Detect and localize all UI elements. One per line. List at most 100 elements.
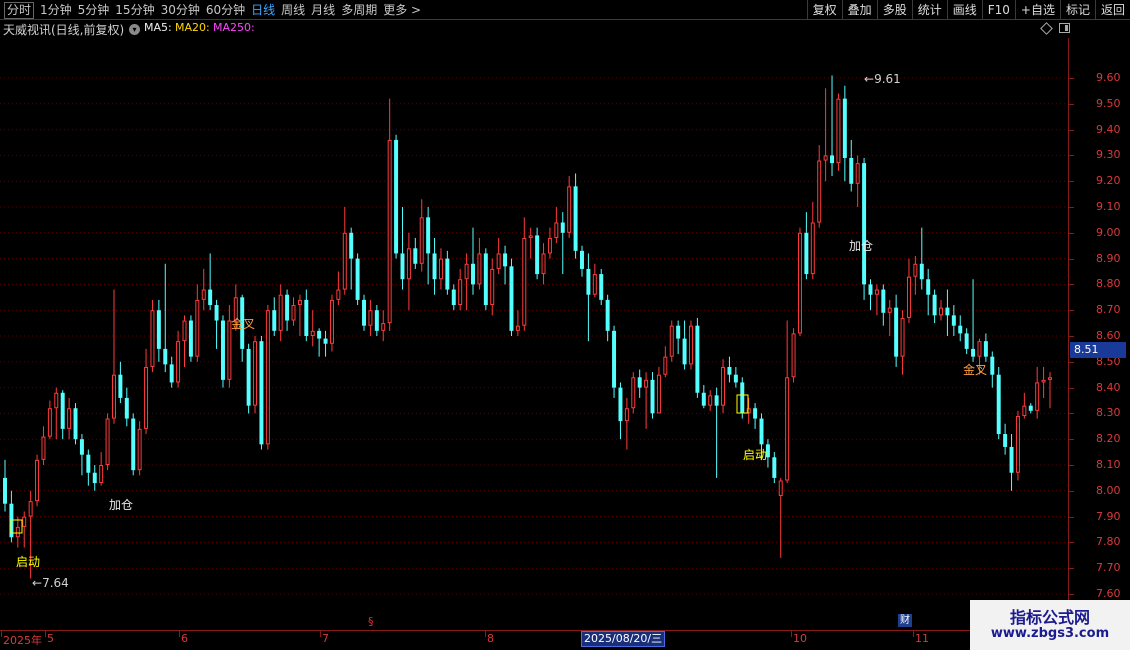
- candle: [996, 366, 1001, 440]
- candle: [605, 294, 610, 342]
- candlestick-chart[interactable]: [0, 38, 1068, 630]
- candle: [669, 320, 674, 362]
- tool-button-1[interactable]: 叠加: [841, 0, 877, 20]
- period-tab-2[interactable]: 5分钟: [75, 0, 113, 20]
- candle: [580, 245, 584, 277]
- candle: [362, 294, 367, 331]
- panel-layout-icon[interactable]: [1059, 23, 1070, 33]
- date-axis: 2025/08/20/三 2025年 5 6 7 8 10 11: [0, 630, 1130, 650]
- candle-body: [945, 307, 950, 316]
- tool-buttons: 复权 叠加 多股 统计 画线 F10 +自选 标记 返回: [806, 0, 1130, 20]
- candle: [413, 237, 418, 269]
- candle: [688, 320, 693, 370]
- candle: [201, 268, 206, 311]
- candle-body: [515, 325, 520, 331]
- tool-button-0[interactable]: 复权: [806, 0, 842, 20]
- finance-report-badge[interactable]: 财: [898, 614, 912, 627]
- candle: [522, 217, 527, 331]
- candle: [15, 516, 20, 548]
- candle: [951, 305, 956, 336]
- tool-button-5[interactable]: F10: [981, 0, 1015, 20]
- candle-body: [554, 222, 559, 238]
- candle: [830, 75, 835, 177]
- period-tab-6[interactable]: 日线: [248, 0, 278, 20]
- candle-body: [618, 387, 623, 422]
- candle: [278, 284, 283, 342]
- candle-body: [73, 408, 78, 440]
- period-tab-10[interactable]: 更多 >: [380, 0, 424, 20]
- period-tab-4[interactable]: 30分钟: [158, 0, 203, 20]
- period-tab-1[interactable]: 1分钟: [37, 0, 75, 20]
- candle-body: [541, 253, 546, 275]
- candle-body: [220, 320, 225, 380]
- period-tab-9[interactable]: 多周期: [338, 0, 380, 20]
- candle-body: [176, 341, 181, 383]
- candle: [259, 336, 264, 450]
- tool-button-3[interactable]: 统计: [911, 0, 947, 20]
- candle-body: [676, 325, 681, 339]
- candle-body: [1015, 415, 1020, 473]
- candle: [118, 361, 123, 404]
- candle-body: [118, 374, 123, 398]
- candle: [137, 421, 142, 476]
- candle-body: [368, 310, 373, 326]
- tool-button-8[interactable]: 返回: [1094, 0, 1130, 20]
- tool-button-2[interactable]: 多股: [876, 0, 912, 20]
- price-tick-label: 8.20: [1096, 432, 1121, 446]
- price-tick-mark: [1069, 103, 1074, 105]
- candle-body: [906, 276, 911, 318]
- candle-body: [195, 299, 200, 357]
- tool-button-6[interactable]: +自选: [1014, 0, 1060, 20]
- candle: [92, 465, 97, 491]
- candle: [112, 289, 116, 424]
- period-tab-0[interactable]: 分时: [4, 1, 35, 19]
- candle: [438, 248, 443, 290]
- event-marker[interactable]: §: [368, 615, 374, 628]
- price-tick-mark: [1069, 207, 1074, 208]
- price-tick-mark: [1069, 594, 1074, 595]
- candle-body: [650, 379, 655, 414]
- candle: [1009, 434, 1014, 491]
- high-price-value: 9.61: [874, 72, 901, 86]
- candle-body: [1035, 382, 1040, 411]
- candle-body: [253, 341, 258, 406]
- candle-body: [41, 436, 46, 460]
- price-tick-mark: [1069, 361, 1074, 363]
- period-tab-8[interactable]: 月线: [308, 0, 338, 20]
- price-tick-mark: [1069, 542, 1074, 544]
- candle-body: [374, 310, 379, 331]
- tool-button-7[interactable]: 标记: [1059, 0, 1095, 20]
- candle-body: [28, 501, 33, 517]
- candle: [285, 289, 290, 331]
- tool-button-4[interactable]: 画线: [946, 0, 982, 20]
- period-tab-3[interactable]: 15分钟: [112, 0, 157, 20]
- candle: [105, 413, 110, 471]
- candle: [124, 387, 129, 427]
- candle: [329, 294, 334, 352]
- period-tab-5[interactable]: 60分钟: [203, 0, 248, 20]
- candle: [528, 227, 533, 259]
- ma-toggle-icon[interactable]: ▾: [129, 24, 140, 35]
- diamond-icon[interactable]: [1040, 22, 1053, 35]
- candle: [1041, 366, 1046, 398]
- candle-body: [60, 392, 65, 429]
- candle-body: [432, 253, 437, 280]
- candle: [349, 227, 354, 290]
- candle: [1022, 392, 1027, 419]
- candle: [1003, 423, 1008, 455]
- date-label: 6: [181, 632, 188, 645]
- price-tick-mark: [1069, 413, 1074, 415]
- stock-title: 天威视讯(日线,前复权): [3, 23, 125, 37]
- candle: [387, 98, 392, 331]
- candle-body: [688, 325, 693, 365]
- candle-body: [483, 253, 488, 306]
- candle: [650, 372, 655, 419]
- candle: [490, 258, 495, 316]
- candle: [458, 268, 463, 311]
- candle-body: [580, 250, 584, 269]
- candle: [291, 297, 296, 326]
- candle: [374, 305, 379, 336]
- period-tab-7[interactable]: 周线: [278, 0, 308, 20]
- candle-body: [804, 232, 809, 275]
- candle: [637, 369, 642, 398]
